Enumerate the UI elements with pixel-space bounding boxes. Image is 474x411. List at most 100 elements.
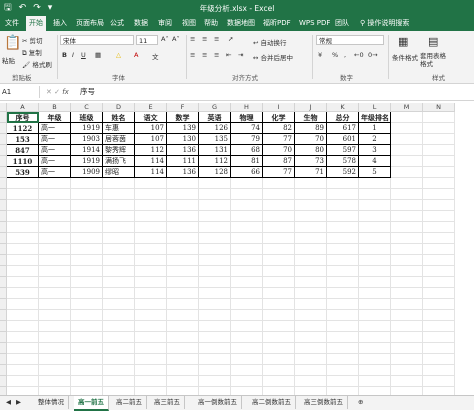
empty-cell[interactable] [199, 233, 231, 244]
empty-cell[interactable] [359, 299, 391, 310]
empty-cell[interactable] [167, 255, 199, 266]
empty-cell[interactable] [423, 277, 455, 288]
table-header-cell[interactable]: 生物 [295, 112, 327, 123]
empty-cell[interactable] [423, 189, 455, 200]
empty-cell[interactable] [167, 233, 199, 244]
empty-cell[interactable] [423, 365, 455, 376]
align-top-icon[interactable]: ≡ [190, 35, 195, 43]
empty-cell[interactable] [263, 189, 295, 200]
empty-cell[interactable] [39, 222, 71, 233]
row-header[interactable] [0, 354, 7, 365]
empty-cell[interactable] [71, 233, 103, 244]
empty-cell[interactable] [231, 288, 263, 299]
table-cell[interactable]: 1914 [71, 145, 103, 156]
table-cell[interactable]: 82 [263, 123, 295, 134]
empty-cell[interactable] [39, 310, 71, 321]
table-cell[interactable]: 81 [231, 156, 263, 167]
table-header-cell[interactable]: 年级 [39, 112, 71, 123]
table-cell[interactable]: 1919 [71, 123, 103, 134]
row-header[interactable] [0, 365, 7, 376]
empty-cell[interactable] [7, 365, 39, 376]
sheet-tab[interactable]: 高一倒数前五 [194, 396, 242, 409]
empty-cell[interactable] [295, 244, 327, 255]
empty-cell[interactable] [103, 178, 135, 189]
empty-cell[interactable] [263, 299, 295, 310]
ribbon-tab[interactable]: WPS PDF [296, 16, 333, 31]
empty-cell[interactable] [231, 332, 263, 343]
add-sheet-icon[interactable]: ⊕ [354, 396, 367, 409]
column-header[interactable]: G [199, 103, 231, 112]
empty-cell[interactable] [231, 233, 263, 244]
empty-cell[interactable] [327, 288, 359, 299]
empty-cell[interactable] [359, 222, 391, 233]
table-cell[interactable]: 111 [167, 156, 199, 167]
empty-cell[interactable] [263, 200, 295, 211]
table-cell[interactable]: 79 [231, 134, 263, 145]
empty-cell[interactable] [327, 222, 359, 233]
empty-cell[interactable] [327, 178, 359, 189]
row-header[interactable] [0, 255, 7, 266]
empty-cell[interactable] [327, 211, 359, 222]
empty-cell[interactable] [71, 189, 103, 200]
indent-increase-icon[interactable]: ⇥ [238, 51, 243, 59]
empty-cell[interactable] [423, 156, 455, 167]
empty-cell[interactable] [423, 134, 455, 145]
column-header[interactable]: D [103, 103, 135, 112]
table-cell[interactable]: 114 [135, 156, 167, 167]
empty-cell[interactable] [423, 112, 455, 123]
empty-cell[interactable] [391, 145, 423, 156]
empty-cell[interactable] [135, 354, 167, 365]
ribbon-tab[interactable]: 公式 [107, 16, 127, 31]
empty-cell[interactable] [327, 343, 359, 354]
table-cell[interactable]: 112 [135, 145, 167, 156]
empty-cell[interactable] [295, 200, 327, 211]
table-cell[interactable]: 128 [199, 167, 231, 178]
number-format-select[interactable]: 常规 [316, 35, 384, 45]
ribbon-tab[interactable]: 视图 [179, 16, 199, 31]
empty-cell[interactable] [423, 332, 455, 343]
empty-cell[interactable] [135, 321, 167, 332]
empty-cell[interactable] [71, 299, 103, 310]
empty-cell[interactable] [263, 310, 295, 321]
name-box[interactable]: A1 [0, 86, 40, 98]
empty-cell[interactable] [199, 310, 231, 321]
empty-cell[interactable] [231, 178, 263, 189]
empty-cell[interactable] [359, 189, 391, 200]
row-header[interactable] [0, 343, 7, 354]
row-header[interactable] [0, 233, 7, 244]
empty-cell[interactable] [263, 376, 295, 387]
empty-cell[interactable] [423, 222, 455, 233]
empty-cell[interactable] [391, 222, 423, 233]
empty-cell[interactable] [199, 244, 231, 255]
empty-cell[interactable] [263, 244, 295, 255]
ribbon-tab[interactable]: 页面布局 [73, 16, 107, 31]
sheet-tab[interactable]: 高三倒数前五 [300, 396, 348, 409]
sheet-tab[interactable]: 高三前五 [150, 396, 185, 409]
column-header[interactable]: M [391, 103, 423, 112]
table-cell[interactable]: 2 [359, 134, 391, 145]
empty-cell[interactable] [7, 222, 39, 233]
empty-cell[interactable] [199, 211, 231, 222]
decrease-decimal-icon[interactable]: 0→ [368, 51, 378, 59]
empty-cell[interactable] [295, 354, 327, 365]
empty-cell[interactable] [231, 211, 263, 222]
empty-cell[interactable] [327, 255, 359, 266]
table-cell[interactable]: 107 [135, 134, 167, 145]
empty-cell[interactable] [103, 266, 135, 277]
empty-cell[interactable] [103, 200, 135, 211]
empty-cell[interactable] [103, 387, 135, 395]
tell-me-search[interactable]: ⚲ 操作说明搜索 [360, 16, 409, 31]
empty-cell[interactable] [423, 354, 455, 365]
empty-cell[interactable] [71, 343, 103, 354]
empty-cell[interactable] [263, 233, 295, 244]
row-header[interactable] [0, 266, 7, 277]
empty-cell[interactable] [391, 112, 423, 123]
empty-cell[interactable] [103, 189, 135, 200]
empty-cell[interactable] [39, 387, 71, 395]
empty-cell[interactable] [7, 266, 39, 277]
table-cell[interactable]: 80 [295, 145, 327, 156]
table-cell[interactable]: 高一 [39, 123, 71, 134]
empty-cell[interactable] [167, 332, 199, 343]
sheet-tab[interactable]: 高二前五 [112, 396, 147, 409]
empty-cell[interactable] [423, 255, 455, 266]
